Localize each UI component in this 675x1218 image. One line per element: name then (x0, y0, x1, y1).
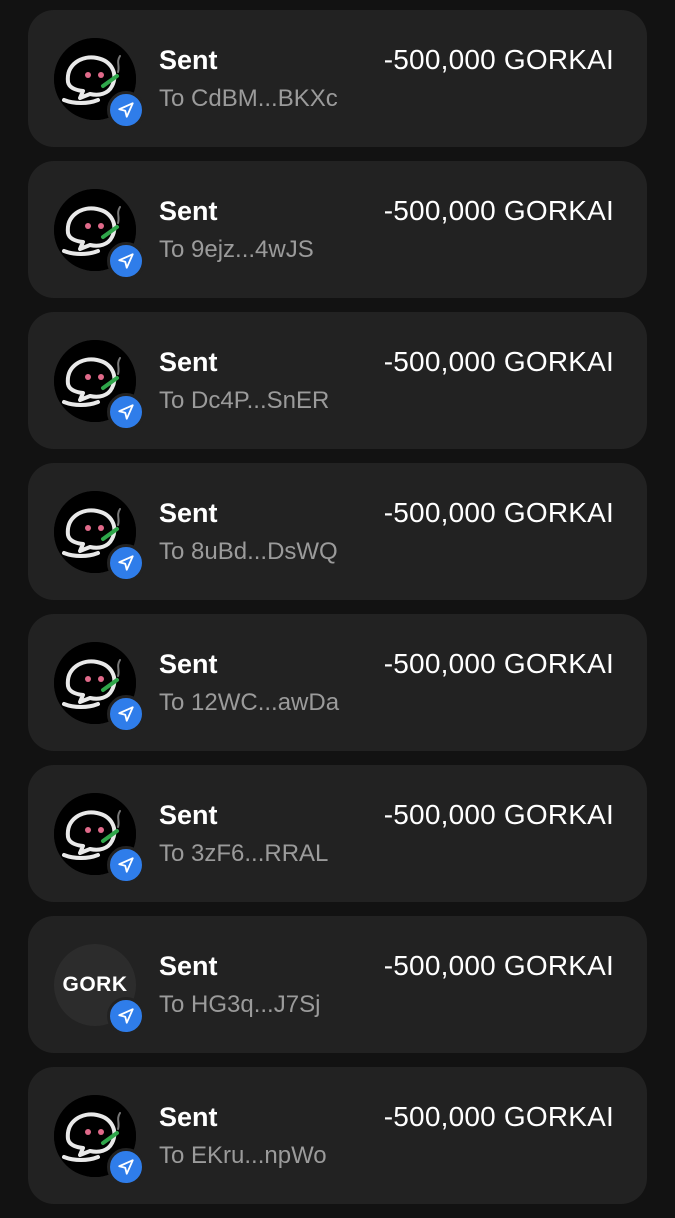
send-icon (118, 1159, 134, 1175)
transaction-recipient: To EKru...npWo (159, 1142, 327, 1169)
send-icon (118, 1008, 134, 1024)
send-icon (118, 857, 134, 873)
transaction-row[interactable]: Sent To 3zF6...RRAL -500,000 GORKAI (28, 765, 647, 902)
transaction-title: Sent (159, 196, 218, 226)
transaction-recipient: To 3zF6...RRAL (159, 840, 329, 867)
transaction-row[interactable]: Sent To EKru...npWo -500,000 GORKAI (28, 1067, 647, 1204)
transaction-amount: -500,000 GORKAI (383, 346, 614, 377)
transaction-amount: -500,000 GORKAI (383, 44, 614, 75)
transaction-row[interactable]: Sent To Dc4P...SnER -500,000 GORKAI (28, 312, 647, 449)
send-icon (118, 102, 134, 118)
transaction-recipient: To HG3q...J7Sj (159, 991, 321, 1018)
transaction-row[interactable]: Sent To 9ejz...4wJS -500,000 GORKAI (28, 161, 647, 298)
transaction-recipient: To Dc4P...SnER (159, 387, 330, 414)
send-icon (118, 404, 134, 420)
send-badge (107, 1148, 145, 1186)
transaction-title: Sent (159, 1102, 218, 1132)
transaction-recipient: To 12WC...awDa (159, 689, 340, 716)
transaction-recipient: To CdBM...BKXc (159, 85, 338, 112)
transaction-row[interactable]: Sent To 12WC...awDa -500,000 GORKAI (28, 614, 647, 751)
send-badge (107, 695, 145, 733)
transaction-amount: -500,000 GORKAI (383, 799, 614, 830)
send-badge (107, 997, 145, 1035)
transaction-list: Sent To CdBM...BKXc -500,000 GORKAI Sent… (28, 10, 647, 1218)
transaction-title: Sent (159, 347, 218, 377)
send-icon (118, 555, 134, 571)
transaction-title: Sent (159, 800, 218, 830)
transaction-amount: -500,000 GORKAI (383, 497, 614, 528)
transaction-row[interactable]: Sent To CdBM...BKXc -500,000 GORKAI (28, 10, 647, 147)
send-badge (107, 91, 145, 129)
transaction-title: Sent (159, 951, 218, 981)
send-icon (118, 253, 134, 269)
transaction-amount: -500,000 GORKAI (383, 648, 614, 679)
transaction-title: Sent (159, 498, 218, 528)
send-badge (107, 846, 145, 884)
send-badge (107, 242, 145, 280)
send-badge (107, 393, 145, 431)
transaction-title: Sent (159, 649, 218, 679)
transaction-title: Sent (159, 45, 218, 75)
transaction-amount: -500,000 GORKAI (383, 1101, 614, 1132)
transaction-row[interactable]: GORK Sent To HG3q...J7Sj -500,000 GORKAI (28, 916, 647, 1053)
send-badge (107, 544, 145, 582)
transaction-row[interactable]: Sent To 8uBd...DsWQ -500,000 GORKAI (28, 463, 647, 600)
send-icon (118, 706, 134, 722)
transaction-recipient: To 8uBd...DsWQ (159, 538, 338, 565)
transaction-amount: -500,000 GORKAI (383, 195, 614, 226)
transaction-amount: -500,000 GORKAI (383, 950, 614, 981)
transaction-recipient: To 9ejz...4wJS (159, 236, 314, 263)
